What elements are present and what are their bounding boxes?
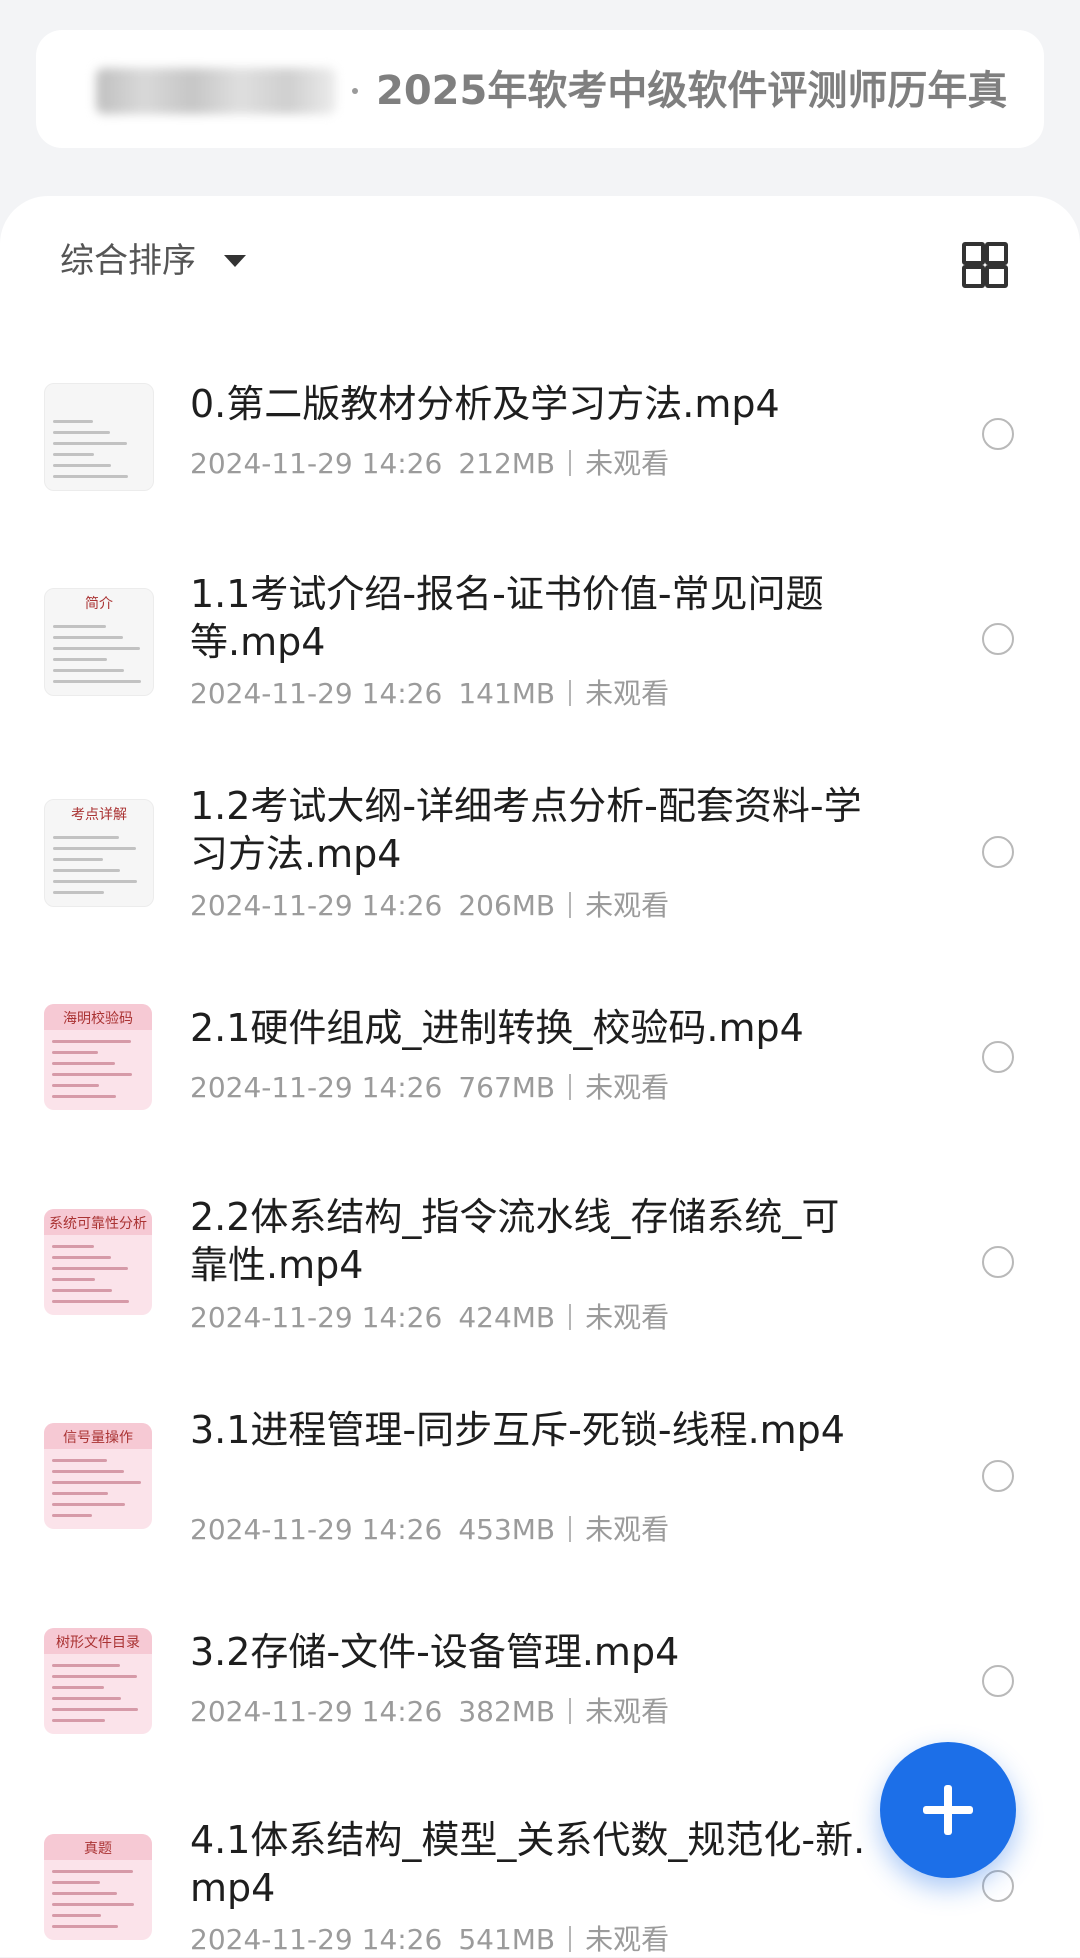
watch-status: 未观看: [585, 1071, 670, 1104]
video-thumbnail: 系统可靠性分析: [44, 1209, 152, 1315]
file-size: 206MB: [458, 889, 556, 922]
file-name: 3.1进程管理-同步互斥-死锁-线程.mp4: [190, 1408, 845, 1452]
video-thumbnail: 考点详解: [44, 799, 154, 907]
select-radio[interactable]: [982, 1460, 1014, 1492]
select-radio[interactable]: [982, 1665, 1014, 1697]
caret-down-icon: [224, 255, 246, 267]
video-thumbnail: 信号量操作: [44, 1423, 152, 1529]
file-date: 2024-11-29 14:26: [190, 1513, 443, 1546]
file-meta: 2024-11-29 14:26 424MB 未观看: [190, 1296, 669, 1336]
file-name: 2.2体系结构_指令流水线_存储系统_可靠性.mp4: [190, 1195, 840, 1287]
file-date: 2024-11-29 14:26: [190, 1301, 443, 1334]
file-date: 2024-11-29 14:26: [190, 889, 443, 922]
watch-status: 未观看: [585, 1923, 670, 1956]
select-radio[interactable]: [982, 836, 1014, 868]
file-size: 453MB: [458, 1513, 556, 1546]
file-name: 4.1体系结构_模型_关系代数_规范化-新.mp4: [190, 1818, 866, 1910]
file-meta: 2024-11-29 14:26 453MB 未观看: [190, 1508, 669, 1548]
file-meta: 2024-11-29 14:26 212MB 未观看: [190, 442, 669, 482]
meta-divider: [569, 892, 572, 918]
watch-status: 未观看: [585, 677, 670, 710]
watch-status: 未观看: [585, 1695, 670, 1728]
thumbnail-caption: 简介: [85, 596, 113, 612]
file-size: 424MB: [458, 1301, 556, 1334]
thumbnail-caption: 系统可靠性分析: [49, 1216, 147, 1232]
meta-divider: [569, 1304, 572, 1330]
file-date: 2024-11-29 14:26: [190, 1695, 443, 1728]
file-size: 767MB: [458, 1071, 556, 1104]
blurred-owner-name: [96, 68, 336, 114]
file-size: 212MB: [458, 447, 556, 480]
file-name: 1.2考试大纲-详细考点分析-配套资料-学习方法.mp4: [190, 784, 862, 876]
file-name: 0.第二版教材分析及学习方法.mp4: [190, 382, 780, 426]
file-size: 541MB: [458, 1923, 556, 1956]
file-name: 2.1硬件组成_进制转换_校验码.mp4: [190, 1006, 804, 1050]
file-meta: 2024-11-29 14:26 767MB 未观看: [190, 1066, 669, 1106]
select-radio[interactable]: [982, 1246, 1014, 1278]
watch-status: 未观看: [585, 1301, 670, 1334]
meta-divider: [569, 1926, 572, 1952]
file-meta: 2024-11-29 14:26 206MB 未观看: [190, 884, 669, 924]
file-date: 2024-11-29 14:26: [190, 677, 443, 710]
folder-title-bar[interactable]: 2025年软考中级软件评测师历年真: [36, 30, 1044, 148]
video-thumbnail: [44, 383, 154, 491]
file-date: 2024-11-29 14:26: [190, 1071, 443, 1104]
thumbnail-caption: 树形文件目录: [56, 1635, 140, 1651]
video-thumbnail: 真题: [44, 1834, 152, 1940]
sort-dropdown[interactable]: 综合排序: [60, 236, 246, 286]
meta-divider: [569, 450, 572, 476]
select-radio[interactable]: [982, 623, 1014, 655]
file-date: 2024-11-29 14:26: [190, 1923, 443, 1956]
file-size: 141MB: [458, 677, 556, 710]
sort-label: 综合排序: [60, 241, 196, 281]
watch-status: 未观看: [585, 889, 670, 922]
file-date: 2024-11-29 14:26: [190, 447, 443, 480]
select-radio[interactable]: [982, 1870, 1014, 1902]
video-thumbnail: 树形文件目录: [44, 1628, 152, 1734]
watch-status: 未观看: [585, 447, 670, 480]
select-radio[interactable]: [982, 1041, 1014, 1073]
thumbnail-caption: 信号量操作: [63, 1430, 133, 1446]
file-meta: 2024-11-29 14:26 541MB 未观看: [190, 1918, 669, 1958]
thumbnail-caption: 海明校验码: [63, 1011, 133, 1027]
thumbnail-caption: 真题: [84, 1841, 112, 1857]
folder-title: 2025年软考中级软件评测师历年真: [376, 68, 1008, 114]
file-name: 3.2存储-文件-设备管理.mp4: [190, 1630, 680, 1674]
meta-divider: [569, 1698, 572, 1724]
meta-divider: [569, 1074, 572, 1100]
meta-divider: [569, 680, 572, 706]
select-radio[interactable]: [982, 418, 1014, 450]
file-meta: 2024-11-29 14:26 382MB 未观看: [190, 1690, 669, 1730]
file-name: 1.1考试介绍-报名-证书价值-常见问题等.mp4: [190, 572, 824, 664]
watch-status: 未观看: [585, 1513, 670, 1546]
file-size: 382MB: [458, 1695, 556, 1728]
meta-divider: [569, 1516, 572, 1542]
file-meta: 2024-11-29 14:26 141MB 未观看: [190, 672, 669, 712]
grid-view-icon[interactable]: [962, 242, 1008, 288]
title-separator-dot: [352, 88, 358, 94]
thumbnail-caption: 考点详解: [71, 807, 127, 823]
video-thumbnail: 海明校验码: [44, 1004, 152, 1110]
add-button[interactable]: [880, 1742, 1016, 1878]
video-thumbnail: 简介: [44, 588, 154, 696]
